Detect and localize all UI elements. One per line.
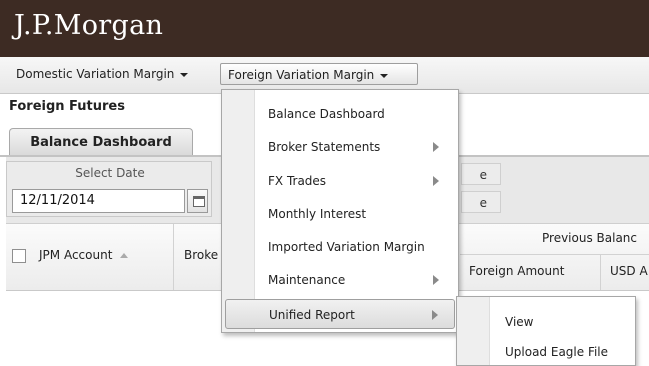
menu-domestic-variation-margin[interactable]: Domestic Variation Margin bbox=[9, 63, 215, 85]
menu-item-imported-variation-margin[interactable]: Imported Variation Margin bbox=[225, 232, 455, 262]
sub-header-row: Foreign Amount USD A bbox=[460, 254, 649, 290]
menu-item-label: Maintenance bbox=[268, 273, 346, 287]
select-all-checkbox[interactable] bbox=[12, 249, 26, 263]
brand-logo: J.P.Morgan bbox=[14, 10, 164, 41]
menu-item-maintenance[interactable]: Maintenance bbox=[225, 265, 455, 295]
column-jpm-account[interactable]: JPM Account bbox=[30, 224, 174, 290]
submenu-arrow-icon bbox=[433, 176, 439, 186]
submenu-arrow-icon bbox=[432, 310, 438, 320]
chevron-down-icon bbox=[380, 73, 389, 78]
section-title: Foreign Futures bbox=[9, 99, 125, 114]
calendar-button[interactable] bbox=[187, 189, 208, 213]
menu-item-unified-report[interactable]: Unified Report bbox=[225, 299, 455, 329]
submenu-item-view[interactable]: View bbox=[505, 315, 533, 329]
menu-item-label: Unified Report bbox=[269, 308, 355, 322]
menu-label: Foreign Variation Margin bbox=[228, 68, 375, 82]
menu-label: Domestic Variation Margin bbox=[16, 67, 175, 81]
submenu-arrow-icon bbox=[433, 275, 439, 285]
menu-item-label: FX Trades bbox=[268, 174, 327, 188]
date-label: Select Date bbox=[75, 166, 145, 180]
date-input[interactable]: 12/11/2014 bbox=[12, 189, 185, 213]
menu-foreign-variation-margin[interactable]: Foreign Variation Margin bbox=[220, 63, 418, 85]
column-label: JPM Account bbox=[39, 248, 113, 262]
menu-item-balance-dashboard[interactable]: Balance Dashboard bbox=[225, 99, 455, 129]
foreign-variation-margin-dropdown: Balance Dashboard Broker Statements FX T… bbox=[221, 89, 459, 333]
menu-item-broker-statements[interactable]: Broker Statements bbox=[225, 132, 455, 162]
column-foreign-amount[interactable]: Foreign Amount bbox=[460, 255, 601, 290]
date-selector-group: Select Date 12/11/2014 bbox=[6, 161, 212, 217]
submenu-arrow-icon bbox=[433, 142, 439, 152]
partial-button-1[interactable]: e bbox=[461, 163, 501, 185]
partial-button-label: e bbox=[479, 168, 487, 182]
partial-button-2[interactable]: e bbox=[461, 191, 501, 213]
menu-item-fx-trades[interactable]: FX Trades bbox=[225, 166, 455, 196]
menu-item-label: Imported Variation Margin bbox=[268, 240, 425, 254]
partial-button-label: e bbox=[479, 196, 487, 210]
calendar-icon bbox=[193, 196, 205, 207]
brand-bar: J.P.Morgan bbox=[0, 0, 649, 57]
tab-balance-dashboard[interactable]: Balance Dashboard bbox=[9, 128, 193, 155]
menu-item-monthly-interest[interactable]: Monthly Interest bbox=[225, 199, 455, 229]
menu-item-label: Broker Statements bbox=[268, 140, 381, 154]
menu-item-label: Balance Dashboard bbox=[268, 107, 385, 121]
chevron-down-icon bbox=[180, 72, 189, 77]
sort-asc-icon bbox=[120, 253, 129, 258]
menu-gutter bbox=[457, 297, 490, 365]
unified-report-submenu: View Upload Eagle File bbox=[456, 296, 636, 366]
column-label: Broke bbox=[184, 248, 219, 262]
column-usd-amount[interactable]: USD A bbox=[601, 255, 649, 290]
group-header-previous-balance: Previous Balanc bbox=[542, 231, 638, 245]
menu-item-label: Monthly Interest bbox=[268, 207, 367, 221]
